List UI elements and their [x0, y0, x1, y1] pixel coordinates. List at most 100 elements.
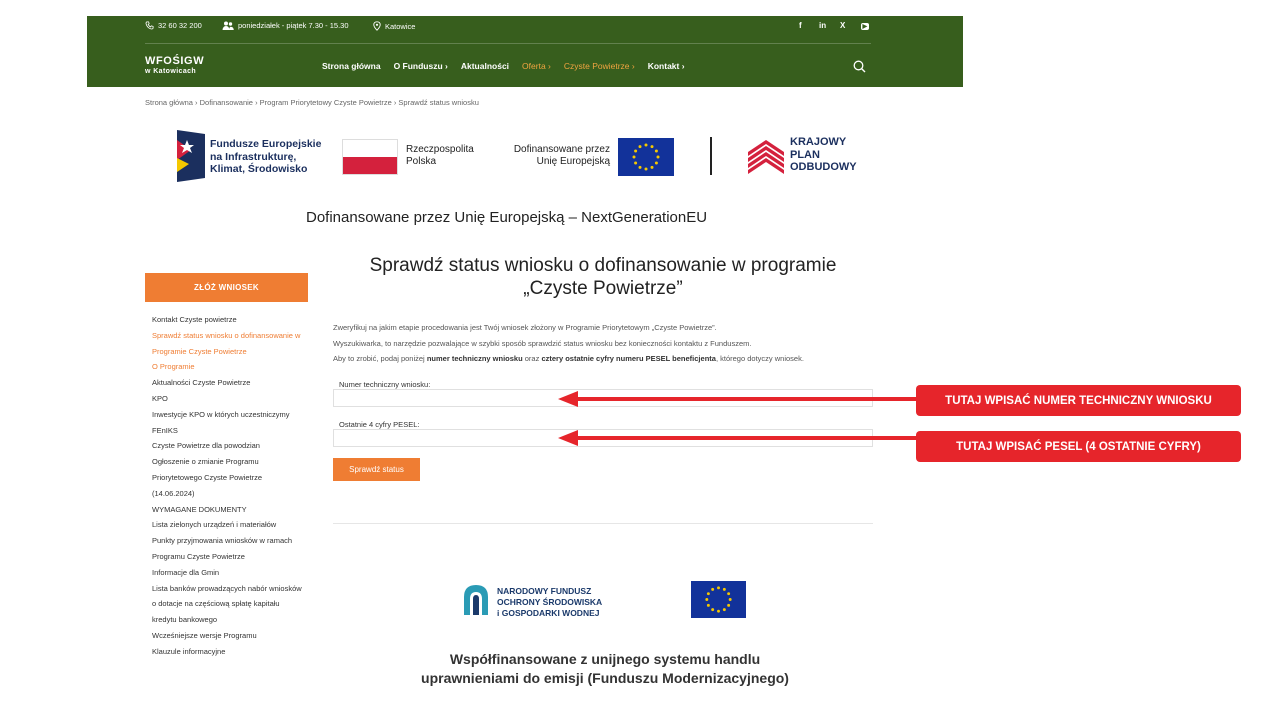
nav-item-about[interactable]: O Funduszu › [394, 61, 448, 71]
kpo-line2: PLAN [790, 148, 820, 161]
nfos-line1: NARODOWY FUNDUSZ [497, 586, 592, 596]
kpo-logo-icon [748, 140, 784, 174]
nav-item-clean-air[interactable]: Czyste Powietrze › [564, 61, 635, 71]
divider [333, 523, 873, 524]
fe-line3: Klimat, Środowisko [210, 163, 308, 176]
nfosigw-text: NARODOWY FUNDUSZ OCHRONY ŚRODOWISKA i GO… [497, 586, 602, 619]
phone-icon [145, 21, 154, 30]
kpo-line1: KRAJOWY [790, 136, 847, 148]
sidebar-item-news[interactable]: Aktualności Czyste Powietrze [152, 375, 310, 391]
ue-text: Dofinansowane przez Unię Europejską [503, 144, 610, 168]
cofin-line1: Współfinansowane z unijnego systemu hand… [449, 651, 761, 667]
nav-item-news[interactable]: Aktualności [461, 61, 509, 71]
poland-flag-icon [342, 139, 398, 175]
site-header: 32 60 32 200 poniedziałek - piątek 7.30 … [87, 16, 963, 87]
intro-line3-c: oraz [522, 354, 542, 363]
hours-text: poniedziałek - piątek 7.30 - 15.30 [238, 21, 349, 30]
intro-line3-bold1: numer techniczny wniosku [426, 354, 523, 363]
sidebar-item-earlier-versions[interactable]: Wcześniejsze wersje Programu [152, 628, 310, 644]
eu-funding-logos: Fundusze Europejskie na Infrastrukturę, … [170, 125, 880, 187]
sidebar-item-flood[interactable]: Czyste Powietrze dla powodzian [152, 438, 310, 454]
rp-line2: Polska [406, 156, 437, 167]
x-twitter-icon[interactable]: X [840, 21, 845, 30]
location-pin-icon [373, 21, 381, 31]
ue-line1: Dofinansowane przez [513, 144, 610, 155]
cofin-line2: uprawnieniami do emisji (Funduszu Modern… [421, 670, 789, 686]
logo-divider [710, 137, 712, 175]
sidebar-item-check-status[interactable]: Sprawdź status wniosku o dofinansowanie … [152, 328, 310, 344]
nfosigw-logo-icon [464, 585, 488, 615]
main-nav: Strona główna O Funduszu › Aktualności O… [322, 61, 698, 71]
phone-number: 32 60 32 200 [158, 21, 202, 30]
sidebar-item-feniks[interactable]: FEnIKS [152, 423, 310, 439]
sidebar-item-points-cont[interactable]: Programu Czyste Powietrze [152, 549, 310, 565]
top-info-bar: 32 60 32 200 poniedziałek - piątek 7.30 … [145, 16, 871, 44]
page-title: Sprawdź status wniosku o dofinansowanie … [333, 254, 873, 300]
intro-line1: Zweryfikuj na jakim etapie procedowania … [333, 323, 717, 332]
apply-button[interactable]: ZŁÓŻ WNIOSEK [145, 273, 308, 302]
intro-line3-e: , którego dotyczy wniosek. [715, 354, 804, 363]
sidebar-item-green-list[interactable]: Lista zielonych urządzeń i materiałów [152, 517, 310, 533]
location-text: Katowice [385, 21, 416, 31]
cofinancing-caption: Współfinansowane z unijnego systemu hand… [380, 650, 830, 688]
sidebar-item-announcement[interactable]: Ogłoszenie o zmianie Programu [152, 454, 310, 470]
sidebar-item-clauses[interactable]: Klauzule informacyjne [152, 644, 310, 660]
logo-line1: WFOŚIGW [145, 55, 205, 67]
arrow-2-head-icon [558, 430, 578, 446]
nav-item-offer[interactable]: Oferta › [522, 61, 551, 71]
sidebar-item-about-program[interactable]: O Programie [152, 359, 310, 375]
sidebar-item-documents[interactable]: WYMAGANE DOKUMENTY [152, 502, 310, 518]
sidebar-item-contact[interactable]: Kontakt Czyste powietrze [152, 312, 310, 328]
ue-line2: Unię Europejską [536, 156, 610, 167]
fe-line2: na Infrastrukturę, [210, 150, 297, 163]
location-info: Katowice [373, 21, 415, 31]
fe-line1: Fundusze Europejskie [210, 138, 322, 150]
intro-line3: Aby to zrobić, podaj poniżej numer techn… [333, 351, 878, 367]
sidebar-item-check-status-cont[interactable]: Programie Czyste Powietrze [152, 344, 310, 360]
ngeu-caption: Dofinansowane przez Unię Europejską – Ne… [306, 209, 708, 226]
breadcrumb[interactable]: Strona główna › Dofinansowanie › Program… [145, 98, 479, 107]
phone-info[interactable]: 32 60 32 200 [145, 21, 202, 30]
sidebar-item-kpo[interactable]: KPO [152, 391, 310, 407]
title-line2: „Czyste Powietrze” [523, 278, 683, 299]
rp-text: Rzeczpospolita Polska [406, 144, 474, 168]
sidebar-item-banks[interactable]: Lista banków prowadzących nabór wniosków [152, 581, 310, 597]
tech-number-label: Numer techniczny wniosku: [339, 380, 431, 389]
rp-line1: Rzeczpospolita [406, 144, 474, 155]
search-icon[interactable] [853, 60, 866, 78]
intro-line2: Wyszukiwarka, to narzędzie pozwalające w… [333, 338, 752, 348]
sidebar-item-banks-cont2[interactable]: kredytu bankowego [152, 612, 310, 628]
sidebar-menu: Kontakt Czyste powietrze Sprawdź status … [145, 312, 310, 660]
arrow-2 [576, 436, 916, 440]
check-status-button[interactable]: Sprawdź status [333, 458, 420, 481]
sidebar-item-announcement-cont[interactable]: Priorytetowego Czyste Powietrze [152, 470, 310, 486]
nfos-line3: i GOSPODARKI WODNEJ [497, 608, 600, 618]
facebook-icon[interactable]: f [799, 21, 802, 30]
intro-text: Zweryfikuj na jakim etapie procedowania … [333, 320, 878, 367]
fe-logo-text: Fundusze Europejskie na Infrastrukturę, … [210, 138, 321, 176]
arrow-1 [576, 397, 916, 401]
youtube-icon[interactable]: ▶ [861, 23, 869, 30]
nfos-line2: OCHRONY ŚRODOWISKA [497, 597, 603, 607]
sidebar-item-municipalities[interactable]: Informacje dla Gmin [152, 565, 310, 581]
linkedin-icon[interactable]: in [819, 21, 826, 30]
logo-line2: w Katowicach [145, 68, 197, 75]
nav-item-contact[interactable]: Kontakt › [648, 61, 685, 71]
sidebar-item-announcement-date[interactable]: (14.06.2024) [152, 486, 310, 502]
users-icon [222, 21, 234, 30]
sidebar-item-points[interactable]: Punkty przyjmowania wniosków w ramach [152, 533, 310, 549]
intro-line3-a: Aby to zrobić, podaj poniżej [333, 354, 427, 363]
site-logo[interactable]: WFOŚIGW w Katowicach [145, 55, 205, 76]
sidebar-item-kpo-investments[interactable]: Inwestycje KPO w których uczestniczymy [152, 407, 310, 423]
callout-pesel: TUTAJ WPISAĆ PESEL (4 OSTATNIE CYFRY) [916, 431, 1241, 462]
kpo-text: KRAJOWY PLAN ODBUDOWY [790, 136, 857, 174]
title-line1: Sprawdź status wniosku o dofinansowanie … [369, 255, 837, 276]
eu-flag-icon-2 [691, 581, 746, 618]
page: 32 60 32 200 poniedziałek - piątek 7.30 … [0, 0, 1280, 720]
sidebar-item-banks-cont[interactable]: o dotacje na częściową spłatę kapitału [152, 596, 310, 612]
pesel-label: Ostatnie 4 cyfry PESEL: [339, 420, 420, 429]
sidebar: ZŁÓŻ WNIOSEK Kontakt Czyste powietrze Sp… [145, 273, 310, 660]
nav-item-home[interactable]: Strona główna [322, 61, 381, 71]
office-hours: poniedziałek - piątek 7.30 - 15.30 [222, 21, 349, 30]
eu-flag-icon [618, 138, 674, 176]
